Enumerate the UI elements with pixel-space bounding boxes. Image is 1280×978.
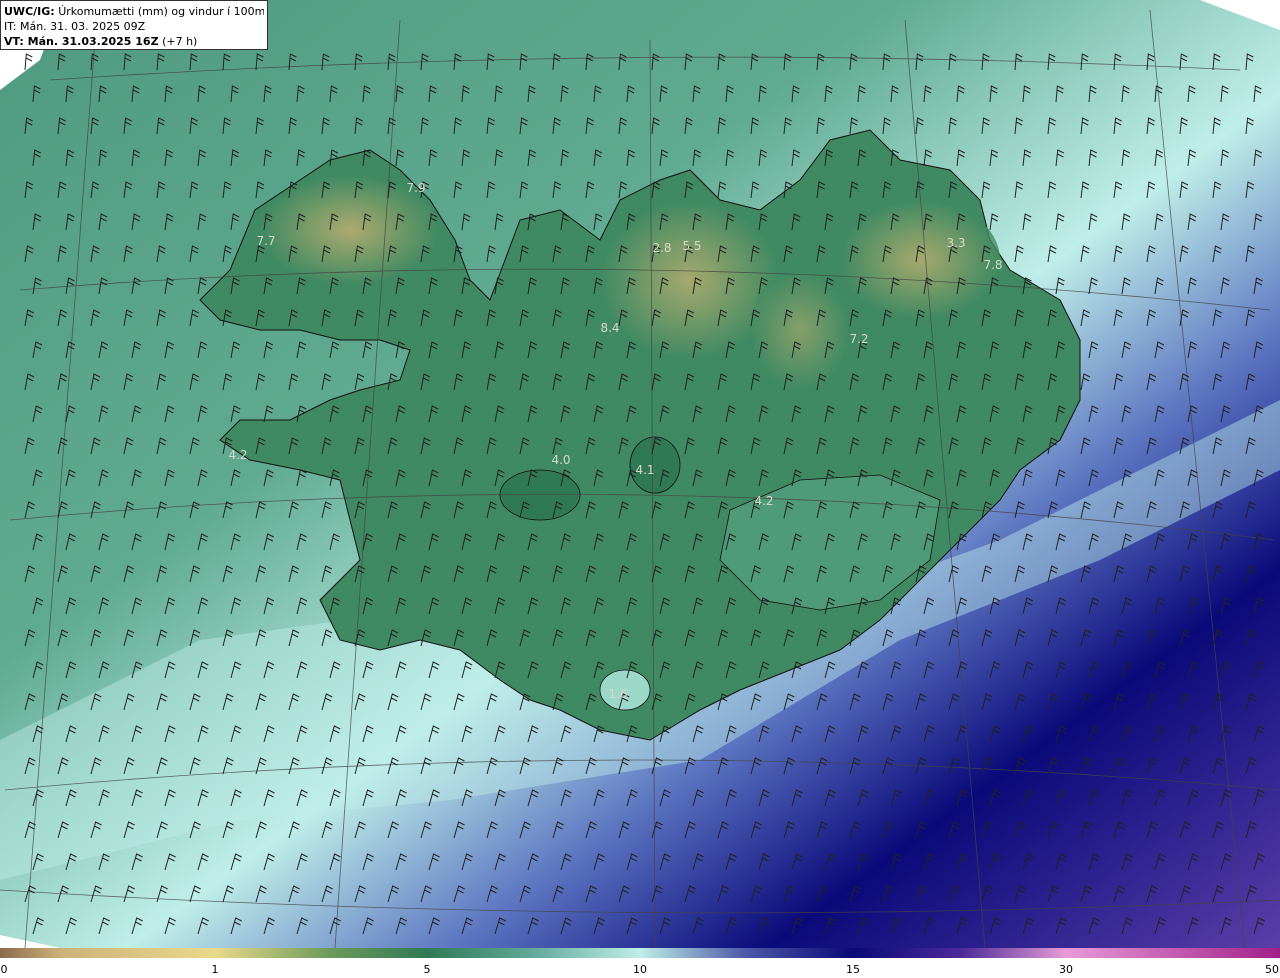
product-title: Úrkomumætti (mm) og vindur í 100m hæð xyxy=(58,5,264,18)
precip-value-label: 7.7 xyxy=(256,234,276,248)
lead-time: (+7 h) xyxy=(162,35,198,48)
precip-value-label: 4.0 xyxy=(551,453,571,467)
precip-value-label: 8.4 xyxy=(600,321,620,335)
highland-northeast xyxy=(840,200,1000,320)
precip-value-label: 4.1 xyxy=(635,463,655,477)
precip-value-label: 2.8 xyxy=(652,241,672,255)
precip-value-label: 4.2 xyxy=(228,448,248,462)
product-code: UWC/IG: xyxy=(4,5,55,18)
colorbar-tick-30: 30 xyxy=(1059,963,1073,976)
precip-value-label: 4.2 xyxy=(754,494,774,508)
precip-value-label: 7.2 xyxy=(849,332,869,346)
colorbar-tick-10: 10 xyxy=(633,963,647,976)
precip-value-label: 7.9 xyxy=(406,181,426,195)
colorbar-tick-15: 15 xyxy=(846,963,860,976)
colorbar-tick-50: 50 xyxy=(1265,963,1279,976)
title-row: UWC/IG: Úrkomumætti (mm) og vindur í 100… xyxy=(4,4,264,19)
precip-value-label: 3.3 xyxy=(946,236,966,250)
precip-value-label: 5.5 xyxy=(682,239,702,253)
colorbar-tick-0: 0 xyxy=(0,963,8,976)
precip-value-label: 1.6 xyxy=(608,687,628,701)
colorbar: 0 1 5 10 15 30 50 xyxy=(0,948,1280,978)
valid-time-row: VT: Mán. 31.03.2025 16Z (+7 h) xyxy=(4,34,264,49)
colorbar-strip xyxy=(0,948,1280,958)
glacier-langjokull xyxy=(499,469,581,521)
highland-east xyxy=(750,270,850,390)
title-box: UWC/IG: Úrkomumætti (mm) og vindur í 100… xyxy=(0,0,268,50)
colorbar-tick-5: 5 xyxy=(423,963,431,976)
init-time: IT: Mán. 31. 03. 2025 09Z xyxy=(4,20,146,33)
valid-time: VT: Mán. 31.03.2025 16Z xyxy=(4,35,159,48)
colorbar-tick-1: 1 xyxy=(211,963,219,976)
precip-value-label: 7.8 xyxy=(983,258,1003,272)
